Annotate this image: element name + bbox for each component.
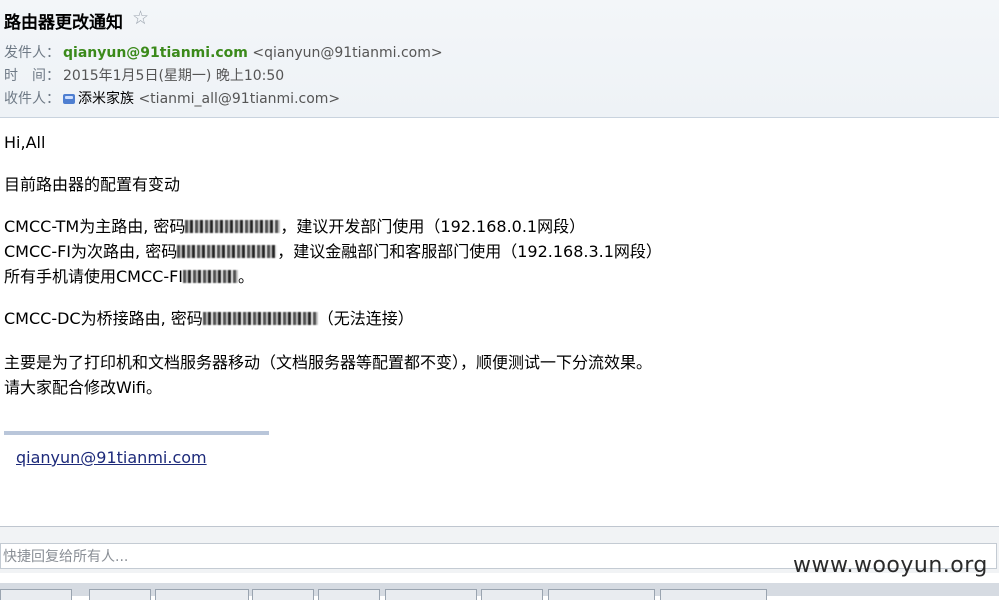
to-label: 收件人： [4, 91, 60, 107]
greeting: Hi,All [4, 133, 46, 152]
time-label: 时 间： [4, 68, 60, 84]
phone-text: 所有手机请使用CMCC-FI [4, 267, 184, 286]
recipient-name[interactable]: 添米家族 [78, 91, 134, 107]
router-tm-text: CMCC-TM为主路由, 密码 [4, 217, 186, 236]
redacted-password [185, 220, 281, 233]
request-line: 请大家配合修改Wifi。 [4, 378, 162, 397]
to-row: 收件人： 添米家族 <tianmi_all@91tianmi.com> [4, 88, 340, 108]
taskbar-button[interactable] [660, 589, 767, 600]
taskbar-button[interactable] [481, 589, 543, 600]
time-row: 时 间： 2015年1月5日(星期一) 晚上10:50 [4, 65, 284, 85]
time-value: 2015年1月5日(星期一) 晚上10:50 [63, 68, 285, 84]
sender-email[interactable]: <qianyun@91tianmi.com> [252, 45, 442, 61]
router-tm-note: 建议开发部门使用（192.168.0.1网段） [296, 217, 586, 236]
purpose-line: 主要是为了打印机和文档服务器移动（文档服务器等配置都不变），顺便测试一下分流效果… [4, 353, 653, 372]
group-icon [63, 94, 75, 104]
sender-name[interactable]: qianyun@91tianmi.com [63, 45, 248, 61]
recipient-email[interactable]: <tianmi_all@91tianmi.com> [138, 91, 340, 107]
taskbar-button[interactable] [155, 589, 249, 600]
watermark: www.wooyun.org [793, 553, 988, 578]
mail-header: 路由器更改通知 ☆ 发件人： qianyun@91tianmi.com <qian… [0, 0, 999, 118]
router-dc-note: （无法连接） [317, 309, 414, 328]
from-row: 发件人： qianyun@91tianmi.com <qianyun@91tian… [4, 42, 443, 62]
router-line-fi: CMCC-FI为次路由, 密码 ，建议金融部门和客服部门使用（192.168.3.… [4, 242, 662, 261]
taskbar [0, 583, 999, 600]
taskbar-button[interactable] [318, 589, 380, 600]
router-line-dc: CMCC-DC为桥接路由, 密码 （无法连接） [4, 306, 994, 350]
taskbar-button[interactable] [385, 589, 477, 600]
redacted-password [177, 245, 278, 258]
router-dc-text: CMCC-DC为桥接路由, 密码 [4, 309, 203, 328]
redacted-password [202, 312, 318, 325]
signature-link[interactable]: qianyun@91tianmi.com [16, 448, 207, 467]
star-icon[interactable]: ☆ [132, 7, 149, 29]
taskbar-button[interactable] [548, 589, 655, 600]
router-line-tm: CMCC-TM为主路由, 密码 ，建议开发部门使用（192.168.0.1网段） [4, 217, 586, 236]
intro-line: 目前路由器的配置有变动 [4, 175, 181, 194]
taskbar-button[interactable] [252, 589, 314, 600]
redacted-password [183, 270, 239, 283]
taskbar-button[interactable] [0, 589, 72, 600]
router-fi-text: CMCC-FI为次路由, 密码 [4, 242, 178, 261]
mail-body: Hi,All 目前路由器的配置有变动 CMCC-TM为主路由, 密码 ，建议开发部… [4, 130, 994, 400]
from-label: 发件人： [4, 45, 60, 61]
taskbar-button[interactable] [89, 589, 151, 600]
mail-subject: 路由器更改通知 [4, 13, 123, 33]
phone-line: 所有手机请使用CMCC-FI。 [4, 267, 255, 286]
signature-divider [4, 431, 269, 435]
router-fi-note: 建议金融部门和客服部门使用（192.168.3.1网段） [293, 242, 662, 261]
